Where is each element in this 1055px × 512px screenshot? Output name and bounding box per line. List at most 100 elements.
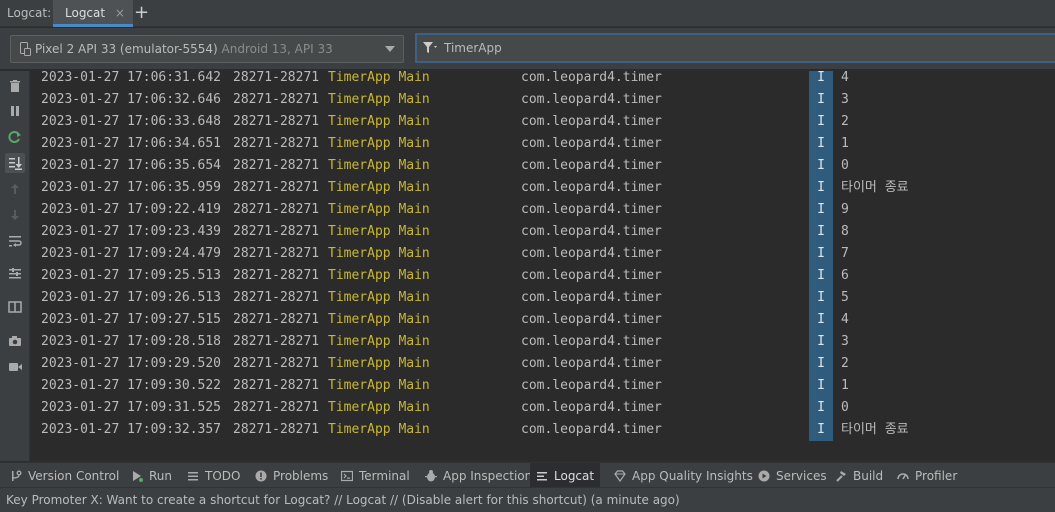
terminal-icon [340, 470, 354, 482]
log-level-badge: I [809, 419, 833, 441]
log-timestamp: 2023-01-27 17:09:25.513 [41, 268, 222, 283]
log-row[interactable]: 2023-01-27 17:09:22.419 28271-28271 TimerA… [31, 199, 1055, 221]
log-level-badge: I [809, 265, 833, 287]
log-row[interactable]: 2023-01-27 17:06:34.651 28271-28271 TimerA… [31, 133, 1055, 155]
log-package: com.leopard4.timer [521, 422, 662, 437]
log-tag: TimerApp Main [328, 312, 430, 327]
log-pid: 28271-28271 [233, 422, 320, 437]
version-control-icon [10, 470, 22, 482]
log-row[interactable]: 2023-01-27 17:09:31.525 28271-28271 TimerA… [31, 397, 1055, 419]
log-row[interactable]: 2023-01-27 17:09:30.522 28271-28271 TimerA… [31, 375, 1055, 397]
log-row[interactable]: 2023-01-27 17:09:24.479 28271-28271 TimerA… [31, 243, 1055, 265]
log-timestamp: 2023-01-27 17:06:34.651 [41, 136, 222, 151]
log-tag: TimerApp Main [328, 378, 430, 393]
tab-logcat[interactable]: Logcat × [53, 0, 133, 27]
log-pid: 28271-28271 [233, 224, 320, 239]
log-tag: TimerApp Main [328, 71, 430, 85]
tool-window-build[interactable]: Build [835, 463, 883, 488]
next-occurrence-icon[interactable] [5, 205, 25, 225]
tool-window-todo[interactable]: TODO [187, 463, 240, 488]
log-row[interactable]: 2023-01-27 17:09:26.513 28271-28271 TimerA… [31, 287, 1055, 309]
log-row[interactable]: 2023-01-27 17:06:31.642 28271-28271 TimerA… [31, 71, 1055, 89]
log-pid: 28271-28271 [233, 246, 320, 261]
profiler-icon [897, 470, 909, 482]
log-row[interactable]: 2023-01-27 17:09:29.520 28271-28271 TimerA… [31, 353, 1055, 375]
pause-icon[interactable] [5, 101, 25, 121]
log-row[interactable]: 2023-01-27 17:06:35.959 28271-28271 TimerA… [31, 177, 1055, 199]
logcat-left-toolbar [0, 71, 30, 461]
log-pid: 28271-28271 [233, 312, 320, 327]
split-panels-icon[interactable] [5, 297, 25, 317]
logcat-filter-input[interactable]: TimerApp [415, 33, 1055, 63]
previous-occurrence-icon[interactable] [5, 179, 25, 199]
tool-window-label: Logcat [554, 468, 595, 483]
log-message: 3 [841, 92, 849, 107]
log-pid: 28271-28271 [233, 290, 320, 305]
tool-window-problems[interactable]: Problems [255, 463, 328, 488]
log-message: 0 [841, 158, 849, 173]
screenshot-icon[interactable] [5, 331, 25, 351]
restart-icon[interactable] [5, 127, 25, 147]
status-bar: Key Promoter X: Want to create a shortcu… [0, 487, 1055, 512]
logcat-icon [536, 470, 548, 482]
log-pid: 28271-28271 [233, 71, 320, 85]
screen-record-icon[interactable] [5, 357, 25, 377]
tool-window-label: Version Control [28, 468, 120, 483]
log-package: com.leopard4.timer [521, 224, 662, 239]
add-tab-icon[interactable]: + [134, 2, 149, 23]
soft-wrap-icon[interactable] [5, 231, 25, 251]
tool-window-app-quality-insights[interactable]: App Quality Insights [614, 463, 753, 488]
log-level-badge: I [809, 375, 833, 397]
scroll-to-end-icon[interactable] [5, 153, 25, 173]
tool-window-profiler[interactable]: Profiler [897, 463, 957, 488]
tool-window-terminal[interactable]: Terminal [340, 463, 410, 488]
log-row[interactable]: 2023-01-27 17:09:25.513 28271-28271 TimerA… [31, 265, 1055, 287]
log-tag: TimerApp Main [328, 114, 430, 129]
logcat-filter-row: Pixel 2 API 33 (emulator-5554) Android 1… [0, 28, 1055, 70]
tool-window-label: Terminal [359, 468, 410, 483]
log-package: com.leopard4.timer [521, 290, 662, 305]
tool-window-label: Build [853, 468, 884, 483]
log-level-badge: I [809, 177, 833, 199]
log-row[interactable]: 2023-01-27 17:06:32.646 28271-28271 TimerA… [31, 89, 1055, 111]
log-package: com.leopard4.timer [521, 334, 662, 349]
clear-logcat-icon[interactable] [5, 76, 25, 96]
log-row[interactable]: 2023-01-27 17:06:35.654 28271-28271 TimerA… [31, 155, 1055, 177]
device-selector[interactable]: Pixel 2 API 33 (emulator-5554) Android 1… [10, 35, 404, 63]
tool-window-bar: Version Control Run TODO Problems Terminal Ap… [0, 462, 1055, 488]
log-pid: 28271-28271 [233, 180, 320, 195]
log-pid: 28271-28271 [233, 334, 320, 349]
build-icon [835, 470, 847, 482]
log-pid: 28271-28271 [233, 378, 320, 393]
log-timestamp: 2023-01-27 17:09:29.520 [41, 356, 222, 371]
tool-window-version-control[interactable]: Version Control [10, 463, 119, 488]
close-tab-icon[interactable]: × [115, 6, 125, 20]
chevron-down-icon[interactable] [385, 46, 395, 52]
log-tag: TimerApp Main [328, 92, 430, 107]
log-pid: 28271-28271 [233, 136, 320, 151]
tool-window-logcat[interactable]: Logcat [530, 463, 601, 488]
log-tag: TimerApp Main [328, 180, 430, 195]
filter-icon [423, 42, 437, 54]
log-message: 4 [841, 71, 849, 85]
log-timestamp: 2023-01-27 17:09:28.518 [41, 334, 222, 349]
format-icon[interactable] [5, 264, 25, 284]
app-quality-insights-icon [614, 469, 626, 482]
tool-window-app-inspection[interactable]: App Inspection [425, 463, 532, 488]
log-message: 2 [841, 114, 849, 129]
tool-window-services[interactable]: Services [758, 463, 827, 488]
log-row[interactable]: 2023-01-27 17:09:28.518 28271-28271 TimerA… [31, 331, 1055, 353]
log-timestamp: 2023-01-27 17:09:26.513 [41, 290, 222, 305]
log-level-badge: I [809, 287, 833, 309]
device-selector-label: Pixel 2 API 33 (emulator-5554) Android 1… [35, 42, 333, 56]
tool-window-title: Logcat: [7, 6, 52, 20]
logcat-output[interactable]: 2023-01-27 17:06:31.642 28271-28271 TimerA… [31, 71, 1055, 461]
log-row[interactable]: 2023-01-27 17:06:33.648 28271-28271 TimerA… [31, 111, 1055, 133]
log-row[interactable]: 2023-01-27 17:09:27.515 28271-28271 TimerA… [31, 309, 1055, 331]
log-level-badge: I [809, 331, 833, 353]
log-row[interactable]: 2023-01-27 17:09:32.357 28271-28271 TimerA… [31, 419, 1055, 441]
tool-window-run[interactable]: Run [131, 463, 172, 488]
log-message: 8 [841, 224, 849, 239]
log-row[interactable]: 2023-01-27 17:09:23.439 28271-28271 TimerA… [31, 221, 1055, 243]
log-package: com.leopard4.timer [521, 268, 662, 283]
